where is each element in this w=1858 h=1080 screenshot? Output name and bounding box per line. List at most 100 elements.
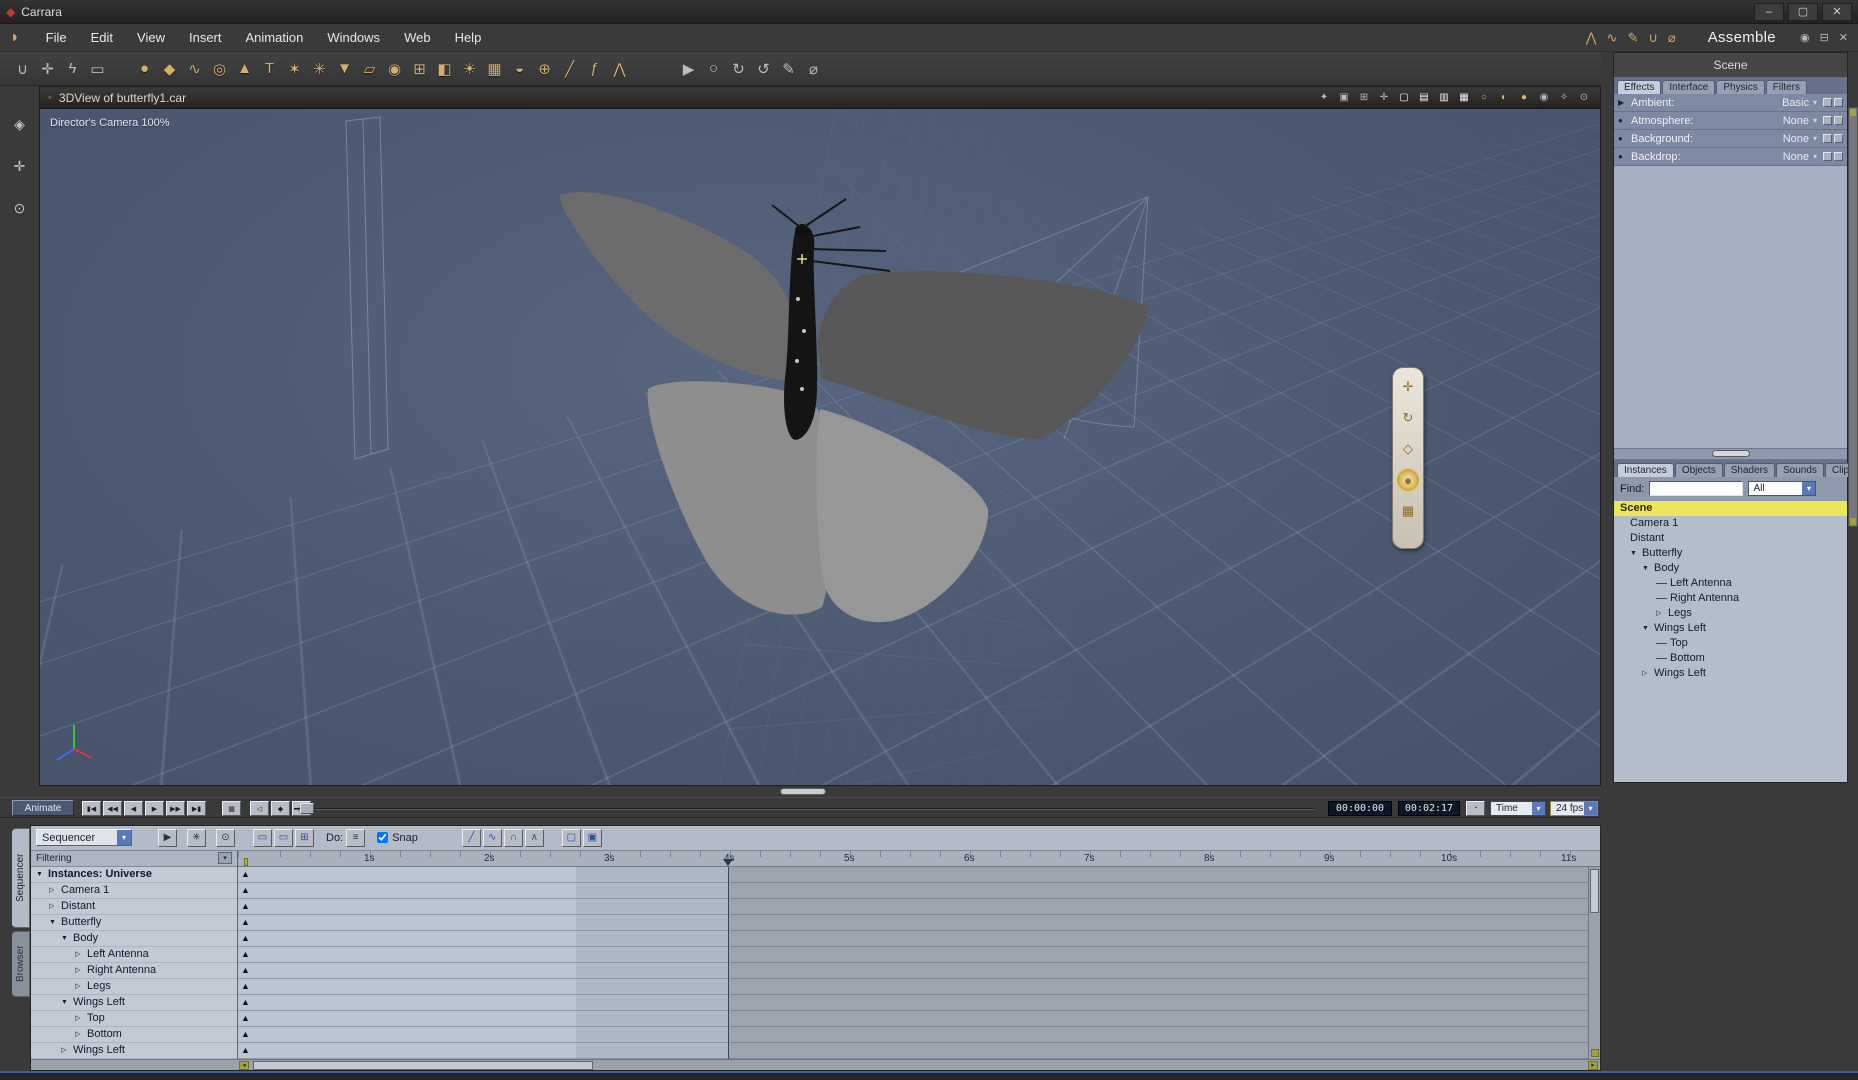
four-pane-icon[interactable]: ▦ bbox=[1456, 90, 1472, 106]
viewport-header[interactable]: ◦ 3DView of butterfly1.car ✦ ▣ ⊞ ✛ ▢ ▤ ▥… bbox=[40, 87, 1600, 109]
loop-start-marker[interactable] bbox=[244, 857, 248, 866]
expander-icon[interactable]: ▷ bbox=[75, 1030, 87, 1038]
render-icon[interactable]: ▦ bbox=[482, 56, 507, 81]
sphere-primitive-icon[interactable]: ● bbox=[132, 56, 157, 81]
menu-file[interactable]: File bbox=[34, 27, 79, 48]
scrollbar-thumb[interactable] bbox=[253, 1060, 593, 1070]
texture-shade-icon[interactable]: ◉ bbox=[1536, 90, 1552, 106]
paint-shader-icon[interactable]: ▦ bbox=[1397, 500, 1419, 522]
track-row[interactable]: ▲ bbox=[238, 931, 1588, 947]
translate-tool-icon[interactable]: ✛ bbox=[1397, 376, 1419, 398]
expander-icon[interactable]: ▼ bbox=[1642, 565, 1654, 572]
expander-icon[interactable]: ▼ bbox=[1630, 550, 1642, 557]
keyframe-icon[interactable]: ▲ bbox=[241, 997, 250, 1007]
vertex-object-icon[interactable]: ◆ bbox=[157, 56, 182, 81]
filtering-header[interactable]: Filtering ▾ bbox=[31, 850, 237, 867]
scrollbar-down-nub[interactable] bbox=[1591, 1048, 1599, 1057]
rotate-cw-icon[interactable]: ↻ bbox=[726, 56, 751, 81]
measure-icon[interactable]: ⌀ bbox=[801, 56, 826, 81]
loop-section-icon[interactable]: ▢ bbox=[561, 828, 581, 847]
expander-icon[interactable]: ▷ bbox=[49, 902, 61, 910]
seq-tree-row[interactable]: ▷ Camera 1 bbox=[31, 883, 237, 899]
tab-sequencer[interactable]: Sequencer bbox=[12, 828, 30, 928]
needle-helper-icon[interactable]: ╱ bbox=[557, 56, 582, 81]
range-section-icon[interactable]: ▣ bbox=[582, 828, 602, 847]
panel-toggle-icon[interactable]: ⊟ bbox=[1820, 31, 1829, 44]
render-range-button[interactable]: ▦ bbox=[222, 801, 241, 816]
track-row[interactable]: ▲ bbox=[238, 915, 1588, 931]
chevron-down-icon[interactable]: ▾ bbox=[117, 830, 131, 846]
tree-row[interactable]: Top bbox=[1614, 636, 1847, 651]
tree-row[interactable]: ▼ Body bbox=[1614, 561, 1847, 576]
panel-splitter[interactable] bbox=[1614, 447, 1847, 460]
discrete-tweener-icon[interactable]: ∧ bbox=[524, 828, 544, 847]
rotate-tool-icon[interactable]: ↻ bbox=[1397, 407, 1419, 429]
play-button[interactable]: ▶ bbox=[145, 801, 164, 816]
expander-icon[interactable]: ▷ bbox=[75, 1014, 87, 1022]
prev-keyframe-button[interactable]: ◀◀ bbox=[103, 801, 122, 816]
expander-icon[interactable]: ▷ bbox=[1656, 609, 1668, 617]
viewport-canvas[interactable]: Director's Camera 100% ✛ ↻ ◇ ● ▦ bbox=[40, 109, 1600, 785]
light-object-icon[interactable]: ☀ bbox=[457, 56, 482, 81]
expander-icon[interactable]: ▷ bbox=[75, 982, 87, 990]
expander-icon[interactable]: ▷ bbox=[49, 886, 61, 894]
snap-checkbox[interactable] bbox=[377, 832, 389, 844]
expander-icon[interactable]: ▼ bbox=[49, 919, 61, 926]
grid-toggle-icon[interactable]: ⊞ bbox=[295, 828, 314, 847]
zoom-view-icon[interactable]: ⊙ bbox=[1576, 90, 1592, 106]
bezier-tweener-icon[interactable]: ∩ bbox=[503, 828, 523, 847]
seq-tree-row[interactable]: ▷ Distant bbox=[31, 899, 237, 915]
track-row[interactable]: ▲ bbox=[238, 883, 1588, 899]
track-row[interactable]: ▲ bbox=[238, 963, 1588, 979]
cone-primitive-icon[interactable]: ▲ bbox=[232, 56, 257, 81]
keyframe-icon[interactable]: ▲ bbox=[241, 981, 250, 991]
mini-option-button[interactable] bbox=[1823, 116, 1832, 125]
scale-tool-icon[interactable]: ◇ bbox=[1397, 438, 1419, 460]
expander-icon[interactable]: ▼ bbox=[61, 999, 73, 1006]
lightning-tool-icon[interactable]: ϟ bbox=[60, 56, 85, 81]
tree-row[interactable]: ▷ Wings Left bbox=[1614, 666, 1847, 681]
room-magnet-icon[interactable]: ∪ bbox=[1648, 30, 1658, 46]
end-time-display[interactable]: 00:02:17 bbox=[1398, 801, 1460, 816]
oscillate-tweener-icon[interactable]: ∿ bbox=[482, 828, 502, 847]
expander-icon[interactable]: ▷ bbox=[75, 950, 87, 958]
keyframe-icon[interactable]: ▲ bbox=[241, 917, 250, 927]
mini-option-button[interactable] bbox=[1834, 152, 1843, 161]
keyframe-icon[interactable]: ▲ bbox=[241, 1029, 250, 1039]
roller-tool-icon[interactable]: ▭ bbox=[85, 56, 110, 81]
tab-instances[interactable]: Instances bbox=[1617, 462, 1674, 477]
sequencer-mode-dropdown[interactable]: Sequencer ▾ bbox=[36, 829, 132, 847]
track-row[interactable]: ▲ bbox=[238, 995, 1588, 1011]
tab-effects[interactable]: Effects bbox=[1617, 80, 1662, 94]
scrollbar-thumb[interactable] bbox=[1590, 868, 1599, 913]
two-pane-icon[interactable]: ▤ bbox=[1416, 90, 1432, 106]
property-value[interactable]: None bbox=[1783, 151, 1809, 163]
scrollbar-down-nub[interactable] bbox=[1850, 518, 1856, 525]
property-value[interactable]: None bbox=[1783, 115, 1809, 127]
menu-web[interactable]: Web bbox=[392, 27, 443, 48]
seq-tree-row[interactable]: ▷ Wings Left bbox=[31, 1043, 237, 1059]
time-scrubber-thumb[interactable] bbox=[300, 803, 314, 814]
property-value[interactable]: None bbox=[1783, 133, 1809, 145]
clock-icon[interactable]: ◔ bbox=[1466, 801, 1485, 816]
wireframe-mode-icon[interactable]: ○ bbox=[1476, 90, 1492, 106]
menu-view[interactable]: View bbox=[125, 27, 177, 48]
keyframe-icon[interactable]: ▲ bbox=[241, 869, 250, 879]
expander-icon[interactable]: ▷ bbox=[1642, 669, 1654, 677]
property-row-backdrop[interactable]: ● Backdrop: None ▾ bbox=[1614, 148, 1847, 166]
three-pane-icon[interactable]: ▥ bbox=[1436, 90, 1452, 106]
mini-option-button[interactable] bbox=[1834, 134, 1843, 143]
visibility-eye-icon[interactable]: ◉ bbox=[1800, 31, 1810, 44]
tab-filters[interactable]: Filters bbox=[1765, 80, 1807, 94]
keyframe-icon[interactable]: ▲ bbox=[241, 1013, 250, 1023]
property-value[interactable]: Basic bbox=[1782, 97, 1809, 109]
scrollbar-up-nub[interactable] bbox=[1850, 109, 1856, 116]
tree-row[interactable]: Camera 1 bbox=[1614, 516, 1847, 531]
playhead-marker[interactable] bbox=[723, 858, 733, 866]
smooth-shade-icon[interactable]: ● bbox=[1516, 90, 1532, 106]
slide-keys-toggle-icon[interactable]: ▭ bbox=[274, 828, 293, 847]
room-measure-icon[interactable]: ⌀ bbox=[1668, 30, 1676, 46]
menu-insert[interactable]: Insert bbox=[177, 27, 234, 48]
pointer-select-icon[interactable]: ▶ bbox=[676, 56, 701, 81]
preview-nav-icon[interactable]: ◈ bbox=[8, 112, 32, 136]
